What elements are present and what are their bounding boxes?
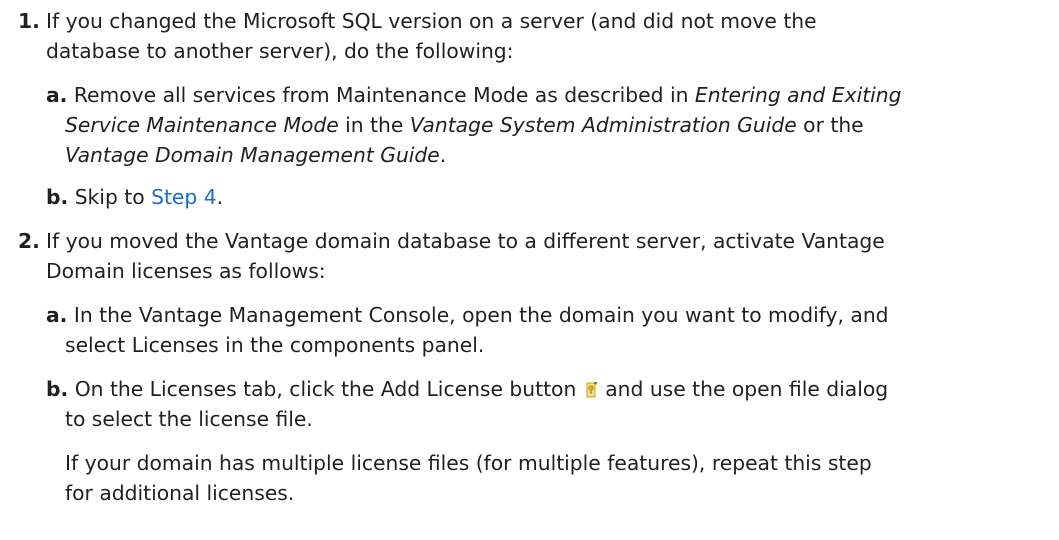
step-2b-note-line-2: for additional licenses. [65,481,295,505]
step-2-line-2: Domain licenses as follows: [46,259,326,283]
step-1b-letter: b. [46,185,69,209]
step-1a-letter: a. [46,83,68,107]
step-2a-line-2: select Licenses in the components panel. [65,333,485,357]
step-1-line-2: database to another server), do the foll… [46,39,514,63]
step-4-link[interactable]: Step 4 [151,185,217,209]
step-2-line-1: If you moved the Vantage domain database… [46,229,885,253]
step-2a-letter: a. [46,303,68,327]
step-1a-end: . [439,143,447,167]
step-1b-text: Skip to [74,185,152,209]
step-1a: a. Remove all services from Maintenance … [46,80,1046,110]
step-1a-ref-1-cont: Service Maintenance Mode [65,113,339,137]
step-1a-ref-2: Vantage System Administration Guide [409,113,797,137]
step-1-line-1: If you changed the Microsoft SQL version… [46,9,817,33]
add-license-icon [584,376,598,398]
step-1a-or: or the [796,113,864,137]
step-2a-line-1: In the Vantage Management Console, open … [73,303,889,327]
step-2b-line-2: to select the license file. [65,407,313,431]
step-1b: b. Skip to Step 4. [46,182,1046,212]
step-1a-ref-1: Entering and Exiting [694,83,902,107]
step-1a-mid: in the [338,113,410,137]
step-2b-letter: b. [46,377,69,401]
step-1b-end: . [216,185,224,209]
step-1-number: 1. [18,9,40,33]
step-2b-line-1-start: On the Licenses tab, click the Add Licen… [74,377,577,401]
step-1a-text-start: Remove all services from Maintenance Mod… [73,83,695,107]
step-1a-line-3: Vantage Domain Management Guide. [65,140,446,170]
step-1a-line-2: Service Maintenance Mode in the Vantage … [65,110,864,140]
step-2b: b. On the Licenses tab, click the Add Li… [46,374,1046,404]
step-2a: a. In the Vantage Management Console, op… [46,300,1046,330]
step-1a-ref-3: Vantage Domain Management Guide [65,143,440,167]
step-2b-line-1-end: and use the open file dialog [598,377,889,401]
document-body: 1. If you changed the Microsoft SQL vers… [0,0,1059,540]
step-2-number: 2. [18,229,40,253]
step-2b-note-line-1: If your domain has multiple license file… [65,451,872,475]
